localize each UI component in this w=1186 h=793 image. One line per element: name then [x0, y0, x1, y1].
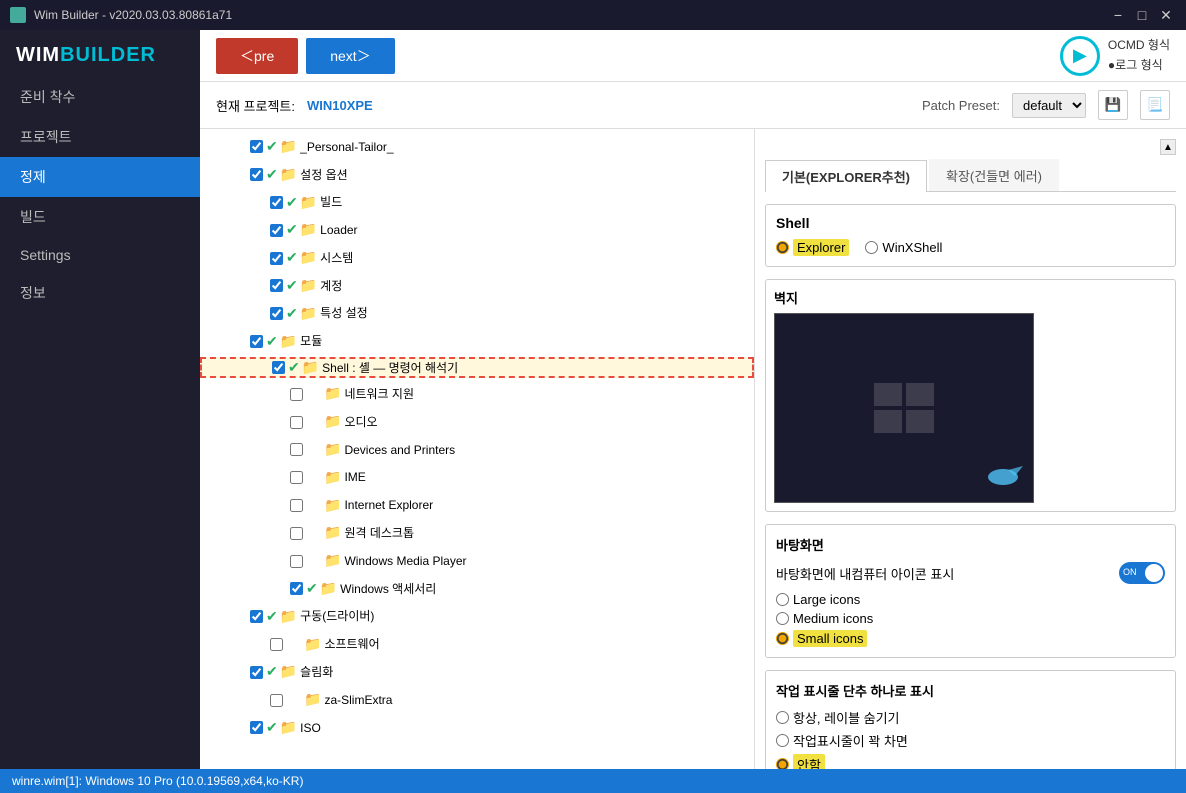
large-icons-option[interactable]: Large icons — [776, 592, 1165, 607]
sidebar-item-refine[interactable]: 정제 — [0, 157, 200, 197]
project-bar: 현재 프로젝트: WIN10XPE Patch Preset: default … — [200, 82, 1186, 129]
tree-item-personal[interactable]: ✔ 📁 _Personal-Tailor_ — [200, 133, 754, 161]
wallpaper-decoration — [973, 462, 1023, 492]
tree-item-wmp[interactable]: 📁 Windows Media Player — [200, 547, 754, 575]
main-split: ✔ 📁 _Personal-Tailor_ ✔ 📁 설정 옵션 ✔ 📁 빌드 ✔… — [200, 129, 1186, 769]
project-label: 현재 프로젝트: — [216, 96, 295, 115]
icon-size-options: Large icons Medium icons Small icons — [776, 592, 1165, 647]
toggle-label: ON — [1123, 567, 1137, 577]
wallpaper-title: 벽지 — [774, 288, 1167, 307]
tree-item-ime[interactable]: 📁 IME — [200, 464, 754, 492]
tree-item-build[interactable]: ✔ 📁 빌드 — [200, 189, 754, 217]
medium-icons-option[interactable]: Medium icons — [776, 611, 1165, 626]
tree-item-software[interactable]: 📁 소프트웨어 — [200, 631, 754, 659]
tree-item-slim-extra[interactable]: 📁 za-SlimExtra — [200, 686, 754, 714]
tree-item-settings-option[interactable]: ✔ 📁 설정 옵션 — [200, 161, 754, 189]
taskbar-never-option[interactable]: 안함 — [776, 754, 1165, 769]
tree-item-audio[interactable]: 📁 오디오 — [200, 408, 754, 436]
taskbar-options: 항상, 레이블 숨기기 작업표시줄이 꽉 차면 안함 — [776, 708, 1165, 769]
devices-printers-label: Devices and Printers — [344, 440, 455, 460]
app-logo: WIMBUILDER — [0, 30, 200, 77]
project-name: WIN10XPE — [307, 98, 373, 113]
taskbar-section: 작업 표시줄 단추 하나로 표시 항상, 레이블 숨기기 작업표시줄이 꽉 차면… — [765, 670, 1176, 769]
title-bar: Wim Builder - v2020.03.03.80861a71 − □ ✕ — [0, 0, 1186, 30]
patch-select[interactable]: default — [1012, 93, 1086, 118]
tree-item-devices-printers[interactable]: 📁 Devices and Printers — [200, 436, 754, 464]
tree-item-shell-label: Shell : 셸 — 명령어 해석기 — [322, 359, 458, 376]
pre-button[interactable]: ＜pre — [216, 38, 298, 74]
minimize-button[interactable]: − — [1108, 5, 1128, 25]
taskbar-always-option[interactable]: 항상, 레이블 숨기기 — [776, 708, 1165, 727]
desktop-desc: 바탕화면에 내컴퓨터 아이콘 표시 — [776, 564, 954, 583]
tree-item-iso[interactable]: ✔ 📁 ISO — [200, 714, 754, 742]
wmp-label: Windows Media Player — [344, 551, 466, 571]
tree-item-rdp[interactable]: 📁 원격 데스크톱 — [200, 519, 754, 547]
tree-panel: ✔ 📁 _Personal-Tailor_ ✔ 📁 설정 옵션 ✔ 📁 빌드 ✔… — [200, 129, 755, 769]
tree-item-slim[interactable]: ✔ 📁 슬림화 — [200, 658, 754, 686]
tree-item-account[interactable]: ✔ 📁 계정 — [200, 272, 754, 300]
ocmd-icon: ▶ — [1060, 36, 1100, 76]
sidebar: WIMBUILDER 준비 착수 프로젝트 정제 빌드 Settings 정보 — [0, 30, 200, 793]
status-bar: winre.wim[1]: Windows 10 Pro (10.0.19569… — [0, 769, 1186, 793]
winxshell-label: WinXShell — [882, 240, 942, 255]
patch-label: Patch Preset: — [922, 98, 1000, 113]
tree-item-ie[interactable]: 📁 Internet Explorer — [200, 492, 754, 520]
scroll-up-button[interactable]: ▲ — [1160, 139, 1176, 155]
shell-explorer-option[interactable]: Explorer — [776, 239, 849, 256]
status-text: winre.wim[1]: Windows 10 Pro (10.0.19569… — [12, 774, 303, 788]
tree-item-network[interactable]: 📁 네트워크 지원 — [200, 380, 754, 408]
export-button[interactable]: 📃 — [1140, 90, 1170, 120]
taskbar-full-option[interactable]: 작업표시줄이 꽉 차면 — [776, 731, 1165, 750]
save-button[interactable]: 💾 — [1098, 90, 1128, 120]
explorer-label: Explorer — [793, 239, 849, 256]
tree-item-modules[interactable]: ✔ 📁 모듈 — [200, 328, 754, 356]
shell-winxshell-option[interactable]: WinXShell — [865, 240, 942, 255]
sidebar-item-project[interactable]: 프로젝트 — [0, 117, 200, 157]
sidebar-item-prepare[interactable]: 준비 착수 — [0, 77, 200, 117]
app-icon — [10, 7, 26, 23]
close-button[interactable]: ✕ — [1156, 5, 1176, 25]
tree-item-properties[interactable]: ✔ 📁 특성 설정 — [200, 300, 754, 328]
sidebar-item-build[interactable]: 빌드 — [0, 197, 200, 237]
desktop-section-title: 바탕화면 — [776, 535, 824, 554]
next-button[interactable]: next＞ — [306, 38, 394, 74]
wallpaper-preview[interactable] — [774, 313, 1034, 503]
small-icons-option[interactable]: Small icons — [776, 630, 1165, 647]
ocmd-text: OCMD 형식 ●로그 형식 — [1108, 36, 1170, 74]
shell-section: Shell Explorer WinXShell — [765, 204, 1176, 267]
toolbar: ＜pre next＞ ▶ OCMD 형식 ●로그 형식 — [200, 30, 1186, 82]
right-panel: ▲ 기본(EXPLORER추천) 확장(건들면 에러) Shell Explor… — [755, 129, 1186, 769]
desktop-toggle[interactable]: ON — [1119, 562, 1165, 584]
sidebar-item-info[interactable]: 정보 — [0, 273, 200, 313]
window-controls: − □ ✕ — [1108, 5, 1176, 25]
tree-item-accessories[interactable]: ✔ 📁 Windows 액세서리 — [200, 575, 754, 603]
desktop-section: 바탕화면 바탕화면에 내컴퓨터 아이콘 표시 ON Large icons — [765, 524, 1176, 658]
tree-item-system[interactable]: ✔ 📁 시스템 — [200, 244, 754, 272]
tree-item-drivers[interactable]: ✔ 📁 구동(드라이버) — [200, 603, 754, 631]
tab-extended[interactable]: 확장(건들면 에러) — [929, 159, 1059, 191]
shell-title: Shell — [776, 215, 1165, 231]
window-title: Wim Builder - v2020.03.03.80861a71 — [34, 8, 232, 22]
tree-item-shell[interactable]: ✔ 📁 Shell : 셸 — 명령어 해석기 — [200, 357, 754, 378]
tab-bar: 기본(EXPLORER추천) 확장(건들면 에러) — [765, 159, 1176, 192]
maximize-button[interactable]: □ — [1132, 5, 1152, 25]
taskbar-title: 작업 표시줄 단추 하나로 표시 — [776, 681, 1165, 700]
wallpaper-windows-logo — [874, 383, 934, 433]
wallpaper-section: 벽지 — [765, 279, 1176, 512]
shell-radio-group: Explorer WinXShell — [776, 239, 1165, 256]
tree-item-loader[interactable]: ✔ 📁 Loader — [200, 216, 754, 244]
content-area: 현재 프로젝트: WIN10XPE Patch Preset: default … — [200, 82, 1186, 769]
tab-basic[interactable]: 기본(EXPLORER추천) — [765, 160, 927, 192]
sidebar-item-settings[interactable]: Settings — [0, 237, 200, 273]
